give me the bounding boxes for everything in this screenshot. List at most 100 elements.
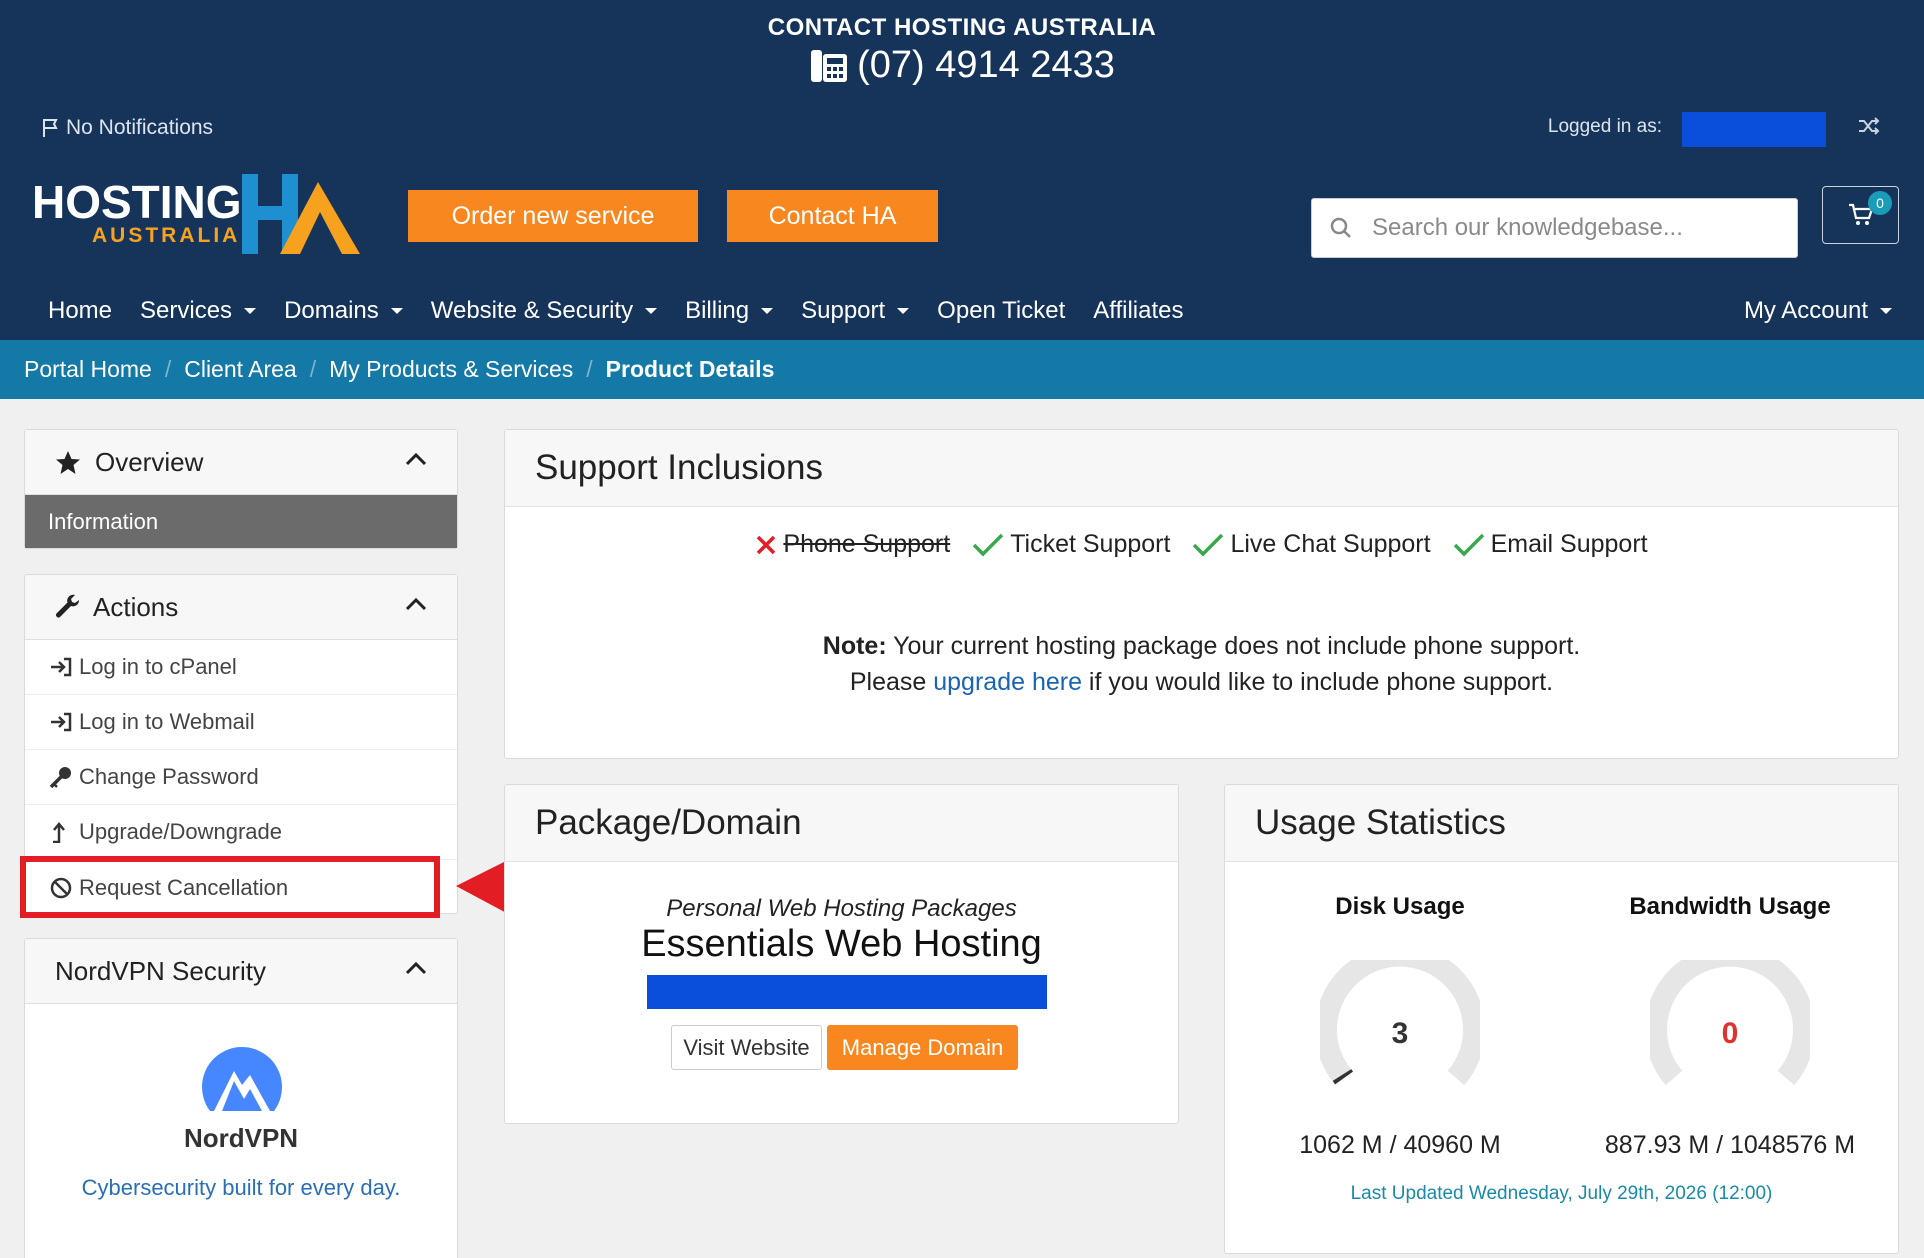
ticket-support-label: Ticket Support (1010, 530, 1171, 558)
breadcrumb-separator: / (309, 356, 317, 382)
bandwidth-usage-value: 0 (1721, 1017, 1739, 1050)
phone-support-label: Phone Support (783, 530, 951, 558)
breadcrumb-current: Product Details (605, 356, 775, 382)
nav-website-security[interactable]: Website & Security (417, 290, 671, 332)
search-input[interactable] (1372, 214, 1772, 242)
bandwidth-usage-title: Bandwidth Usage (1629, 893, 1831, 920)
nordvpn-tagline[interactable]: Cybersecurity built for every day. (25, 1175, 457, 1201)
sidebar-item-information[interactable]: Information (25, 495, 457, 548)
caret-down-icon (390, 308, 403, 314)
domain-name-redacted (647, 975, 1047, 1009)
chevron-up-icon[interactable] (405, 597, 427, 611)
note-line2-post: if you would like to include phone suppo… (1081, 668, 1554, 696)
nav-affiliates[interactable]: Affiliates (1079, 290, 1197, 332)
cart-count-badge: 0 (1868, 191, 1892, 215)
caret-down-icon (244, 308, 257, 314)
nav-support-label: Support (801, 297, 886, 324)
logged-in-user-redacted[interactable] (1682, 112, 1826, 147)
breadcrumb: Portal Home / Client Area / My Products … (0, 340, 1924, 399)
action-login-cpanel[interactable]: Log in to cPanel (25, 640, 457, 695)
nav-home[interactable]: Home (34, 290, 126, 332)
flag-icon (42, 118, 60, 138)
caret-down-icon (645, 308, 658, 314)
cross-icon (755, 534, 777, 556)
chevron-up-icon[interactable] (405, 961, 427, 975)
nordvpn-brand: NordVPN (183, 1123, 299, 1153)
search-icon (1330, 217, 1352, 239)
note-label: Note: (822, 632, 887, 660)
nav-home-label: Home (48, 297, 113, 324)
contact-title: CONTACT HOSTING AUSTRALIA (767, 14, 1157, 41)
contact-ha-button[interactable]: Contact HA (727, 190, 938, 242)
usage-statistics-title: Usage Statistics (1225, 785, 1898, 862)
logged-in-label: Logged in as: (1547, 116, 1662, 137)
visit-website-button[interactable]: Visit Website (671, 1025, 822, 1070)
support-badges: Phone Support Ticket Support Live Chat S… (505, 530, 1898, 559)
nav-website-security-label: Website & Security (430, 297, 634, 324)
caret-down-icon (1880, 308, 1892, 314)
star-icon (55, 450, 81, 475)
wrench-icon (55, 594, 81, 620)
breadcrumb-products[interactable]: My Products & Services (329, 356, 573, 383)
actions-header[interactable]: Actions (25, 575, 457, 640)
nav-affiliates-label: Affiliates (1093, 297, 1184, 324)
nordvpn-title: NordVPN Security (55, 955, 266, 986)
nordvpn-header[interactable]: NordVPN Security (25, 939, 457, 1004)
disk-usage-value: 3 (1391, 1017, 1409, 1050)
action-login-webmail[interactable]: Log in to Webmail (25, 695, 457, 750)
key-icon (49, 766, 73, 788)
action-label: Upgrade/Downgrade (79, 819, 283, 844)
support-inclusions-panel: Support Inclusions Phone Support Ticket … (504, 429, 1899, 759)
phone-number[interactable]: (07) 4914 2433 (857, 44, 1115, 87)
caret-down-icon (897, 308, 910, 314)
phone-icon (809, 46, 849, 86)
nav-services[interactable]: Services (126, 290, 270, 332)
chat-support-label: Live Chat Support (1230, 530, 1431, 558)
action-label: Log in to Webmail (79, 709, 255, 734)
nav-domains[interactable]: Domains (270, 290, 417, 332)
note-text: Your current hosting package does not in… (886, 632, 1581, 660)
chevron-up-icon[interactable] (405, 452, 427, 466)
hosting-australia-logo[interactable]: HOSTING AUSTRALIA (32, 172, 368, 256)
support-note: Note: Your current hosting package does … (505, 628, 1898, 700)
overview-header[interactable]: Overview (25, 430, 457, 495)
usage-statistics-panel: Usage Statistics Disk Usage 3 1062 M / 4… (1224, 784, 1899, 1254)
breadcrumb-portal-home[interactable]: Portal Home (24, 356, 152, 383)
support-inclusions-title: Support Inclusions (505, 430, 1898, 507)
nav-my-account[interactable]: My Account (1744, 290, 1892, 332)
package-domain-title: Package/Domain (505, 785, 1178, 862)
order-new-service-button[interactable]: Order new service (408, 190, 698, 242)
nav-billing-label: Billing (685, 297, 750, 324)
knowledgebase-search (1311, 198, 1798, 258)
nav-my-account-label: My Account (1743, 297, 1868, 324)
action-change-password[interactable]: Change Password (25, 750, 457, 805)
action-upgrade-downgrade[interactable]: Upgrade/Downgrade (25, 805, 457, 860)
cart-button[interactable]: 0 (1822, 186, 1899, 244)
upgrade-here-link[interactable]: upgrade here (933, 668, 1082, 696)
switch-account-icon[interactable] (1858, 116, 1880, 136)
disk-usage-text: 1062 M / 40960 M (1299, 1131, 1501, 1159)
action-label: Log in to cPanel (79, 654, 237, 679)
nav-services-label: Services (140, 297, 233, 324)
level-up-icon (49, 821, 73, 843)
package-domain-panel: Package/Domain Personal Web Hosting Pack… (504, 784, 1179, 1124)
breadcrumb-separator: / (586, 356, 593, 382)
breadcrumb-client-area[interactable]: Client Area (184, 356, 297, 383)
sign-in-icon (49, 657, 73, 677)
nordvpn-logo-icon[interactable] (200, 1047, 284, 1113)
caret-down-icon (761, 308, 774, 314)
nav-domains-label: Domains (284, 297, 379, 324)
ticket-support-badge: Ticket Support (972, 530, 1170, 559)
site-header: CONTACT HOSTING AUSTRALIA (07) 4914 2433… (0, 0, 1924, 340)
check-icon (1192, 533, 1224, 557)
disk-usage-title: Disk Usage (1335, 893, 1465, 920)
nav-open-ticket-label: Open Ticket (937, 297, 1066, 324)
last-updated: Last Updated Wednesday, July 29th, 2026 … (1350, 1183, 1773, 1204)
nav-billing[interactable]: Billing (671, 290, 787, 332)
nav-support[interactable]: Support (787, 290, 923, 332)
nav-open-ticket[interactable]: Open Ticket (923, 290, 1079, 332)
action-label: Change Password (79, 764, 259, 789)
manage-domain-button[interactable]: Manage Domain (827, 1025, 1018, 1070)
notifications[interactable]: No Notifications (42, 116, 213, 140)
main-nav: Home Services Domains Website & Security… (34, 290, 1198, 332)
